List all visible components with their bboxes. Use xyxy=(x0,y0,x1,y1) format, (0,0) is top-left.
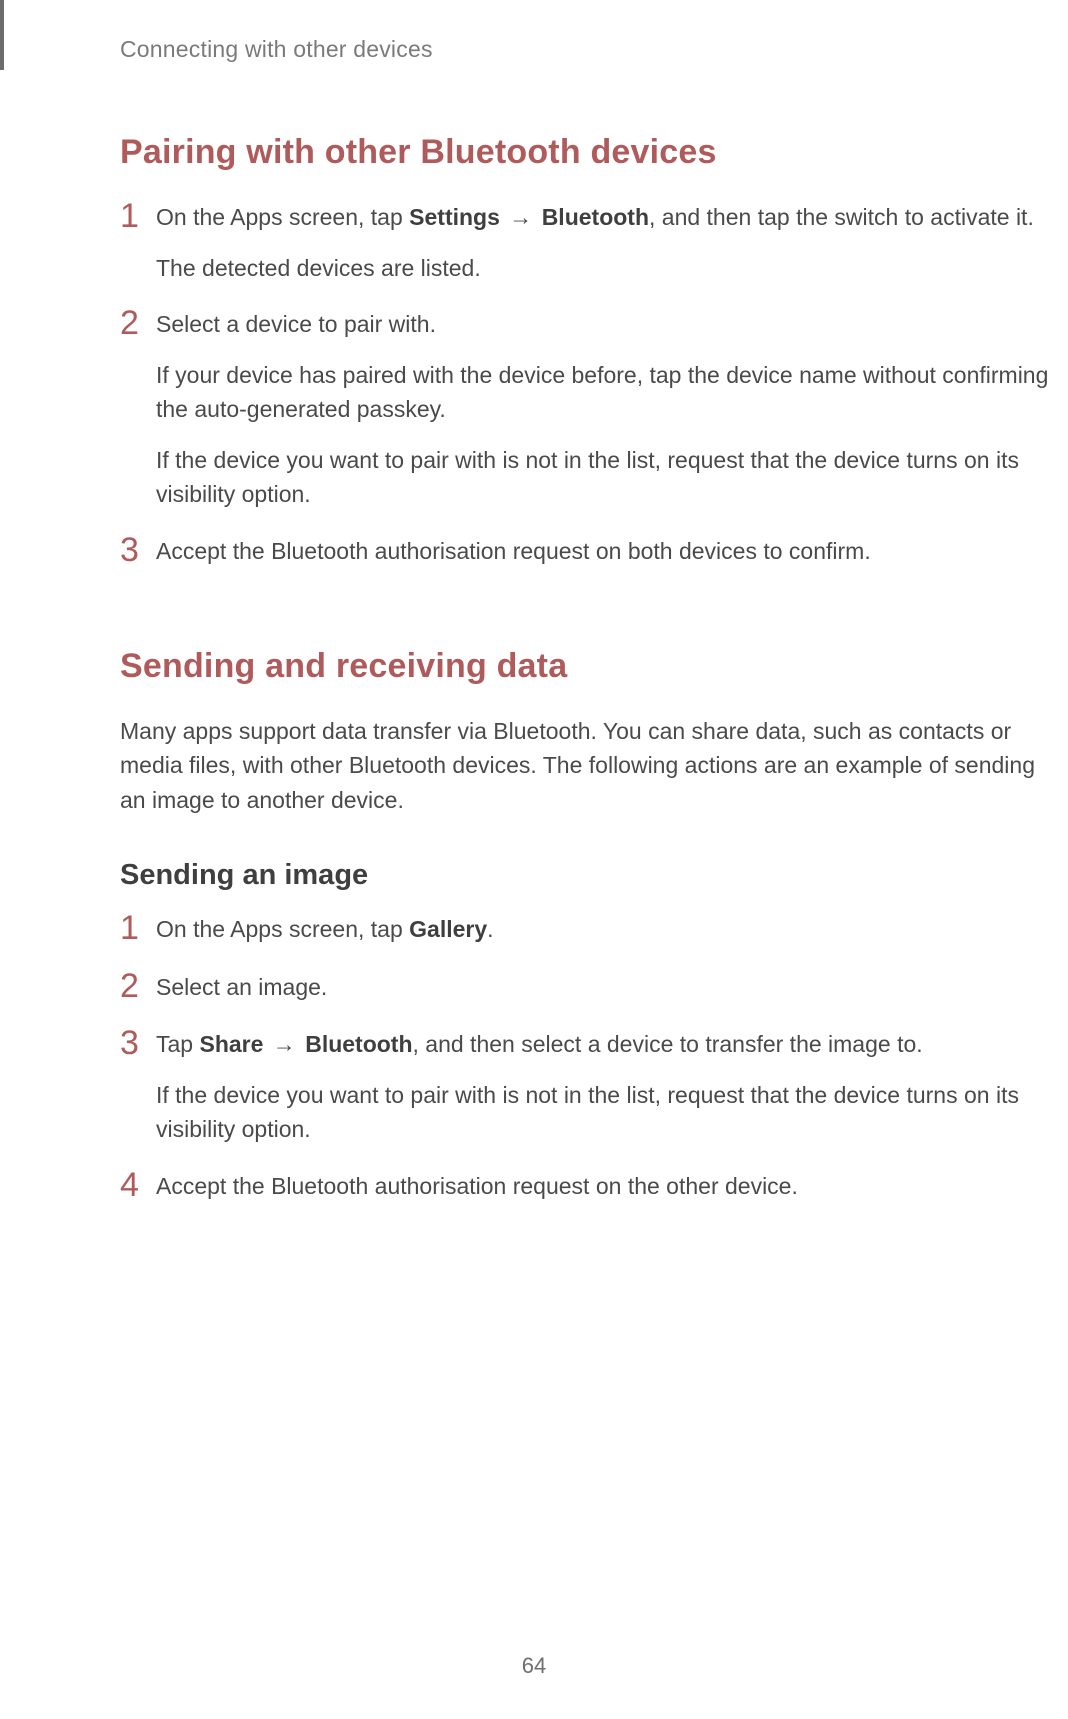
step-body: On the Apps screen, tap Settings → Bluet… xyxy=(156,200,1066,285)
numbered-step: 4Accept the Bluetooth authorisation requ… xyxy=(120,1169,1066,1204)
text-run: Tap xyxy=(156,1031,199,1057)
text-run: On the Apps screen, tap xyxy=(156,204,409,230)
step-body: Accept the Bluetooth authorisation reque… xyxy=(156,534,1066,569)
step-paragraph: Tap Share → Bluetooth, and then select a… xyxy=(156,1027,1066,1062)
bold-text: Bluetooth xyxy=(305,1031,412,1057)
step-number: 3 xyxy=(120,532,156,569)
text-run: , and then tap the switch to activate it… xyxy=(649,204,1034,230)
text-run: Accept the Bluetooth authorisation reque… xyxy=(156,1173,798,1199)
step-paragraph: If the device you want to pair with is n… xyxy=(156,443,1066,512)
step-body: Select an image. xyxy=(156,970,1066,1005)
sending-image-steps-list: 1On the Apps screen, tap Gallery.2Select… xyxy=(120,912,1066,1204)
step-body: Accept the Bluetooth authorisation reque… xyxy=(156,1169,1066,1204)
numbered-step: 1On the Apps screen, tap Settings → Blue… xyxy=(120,200,1066,285)
step-paragraph: Accept the Bluetooth authorisation reque… xyxy=(156,534,1066,569)
step-number: 2 xyxy=(120,968,156,1005)
step-number: 3 xyxy=(120,1025,156,1062)
numbered-step: 2Select an image. xyxy=(120,970,1066,1005)
step-paragraph: On the Apps screen, tap Gallery. xyxy=(156,912,1066,947)
numbered-step: 3Tap Share → Bluetooth, and then select … xyxy=(120,1027,1066,1147)
step-paragraph: Select a device to pair with. xyxy=(156,307,1066,342)
page-number: 64 xyxy=(0,1653,1068,1679)
document-page: Connecting with other devices Pairing wi… xyxy=(0,0,1068,1719)
text-run: Accept the Bluetooth authorisation reque… xyxy=(156,538,871,564)
step-paragraph: Select an image. xyxy=(156,970,1066,1005)
numbered-step: 1On the Apps screen, tap Gallery. xyxy=(120,912,1066,947)
step-number: 2 xyxy=(120,305,156,342)
text-run: Select a device to pair with. xyxy=(156,311,436,337)
step-body: Select a device to pair with. If your dev… xyxy=(156,307,1066,512)
step-number: 1 xyxy=(120,910,156,947)
text-run: The detected devices are listed. xyxy=(156,255,481,281)
bold-text: Share xyxy=(199,1031,263,1057)
step-number: 4 xyxy=(120,1167,156,1204)
arrow-icon: → xyxy=(266,1031,302,1057)
numbered-step: 2Select a device to pair with. If your de… xyxy=(120,307,1066,512)
text-run: On the Apps screen, tap xyxy=(156,916,409,942)
step-paragraph: If your device has paired with the devic… xyxy=(156,358,1066,427)
text-run: If the device you want to pair with is n… xyxy=(156,447,1019,508)
section-title-sending-data: Sending and receiving data xyxy=(120,647,1066,686)
numbered-step: 3Accept the Bluetooth authorisation requ… xyxy=(120,534,1066,569)
step-body: Tap Share → Bluetooth, and then select a… xyxy=(156,1027,1066,1147)
step-paragraph: If the device you want to pair with is n… xyxy=(156,1078,1066,1147)
text-run: . xyxy=(487,916,493,942)
step-paragraph: The detected devices are listed. xyxy=(156,251,1066,286)
bold-text: Bluetooth xyxy=(542,204,649,230)
text-run: If your device has paired with the devic… xyxy=(156,362,1048,423)
header-accent-bar xyxy=(0,0,4,70)
running-header: Connecting with other devices xyxy=(0,36,1068,63)
text-run: Select an image. xyxy=(156,974,327,1000)
subheading-sending-image: Sending an image xyxy=(120,859,1066,892)
pairing-steps-list: 1On the Apps screen, tap Settings → Blue… xyxy=(120,200,1066,569)
text-run: , and then select a device to transfer t… xyxy=(413,1031,923,1057)
bold-text: Settings xyxy=(409,204,500,230)
arrow-icon: → xyxy=(503,204,539,230)
step-number: 1 xyxy=(120,198,156,235)
page-content: Pairing with other Bluetooth devices 1On… xyxy=(0,133,1068,1204)
step-paragraph: Accept the Bluetooth authorisation reque… xyxy=(156,1169,1066,1204)
text-run: If the device you want to pair with is n… xyxy=(156,1082,1019,1143)
sending-data-intro: Many apps support data transfer via Blue… xyxy=(120,714,1066,818)
section-title-pairing: Pairing with other Bluetooth devices xyxy=(120,133,1066,172)
bold-text: Gallery xyxy=(409,916,487,942)
step-body: On the Apps screen, tap Gallery. xyxy=(156,912,1066,947)
step-paragraph: On the Apps screen, tap Settings → Bluet… xyxy=(156,200,1066,235)
